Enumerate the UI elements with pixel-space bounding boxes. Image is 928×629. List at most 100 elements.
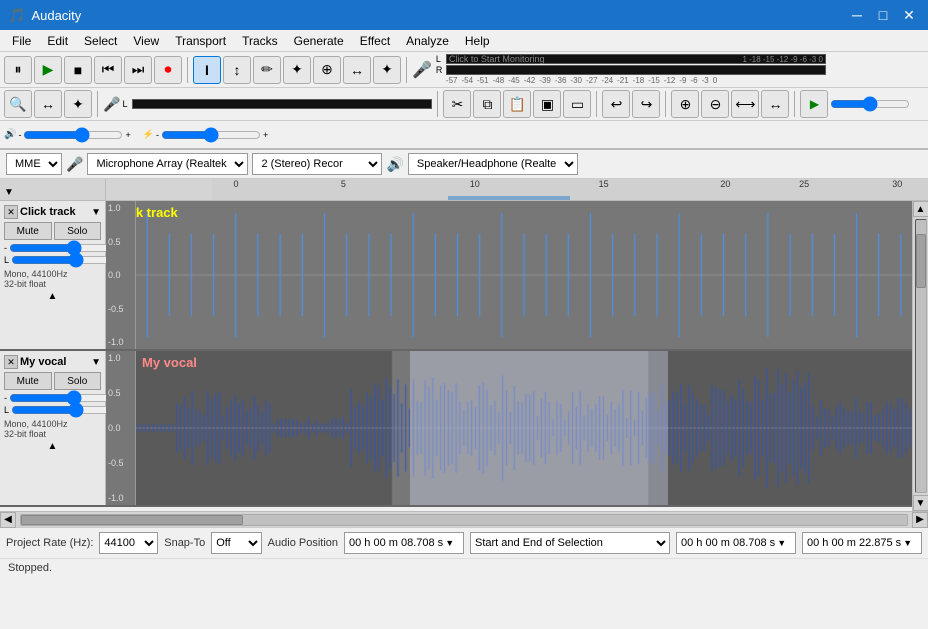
vu-playback-bar — [446, 65, 826, 75]
minimize-button[interactable]: ─ — [846, 4, 868, 26]
silence-button[interactable]: ▭ — [563, 90, 591, 118]
click-track-solo[interactable]: Solo — [54, 222, 102, 240]
menu-view[interactable]: View — [125, 32, 167, 50]
click-track-mute[interactable]: Mute — [4, 222, 52, 240]
horizontal-scrollbar: ◀ ▶ — [0, 511, 928, 527]
close-button[interactable]: ✕ — [898, 4, 920, 26]
zoom-out-tool[interactable]: ↔ — [343, 56, 371, 84]
zoom-in-button[interactable]: ⊕ — [671, 90, 699, 118]
cut-button[interactable]: ✂ — [443, 90, 471, 118]
menu-tracks[interactable]: Tracks — [234, 32, 286, 50]
timeline-scale: 0 5 10 15 20 25 30 — [212, 179, 928, 200]
input-device-select[interactable]: Microphone Array (Realtek — [87, 153, 248, 175]
selection-end-value: 00 h 00 m 22.875 s — [807, 537, 901, 549]
vscroll-down[interactable]: ▼ — [913, 495, 928, 511]
ruler-30: 30 — [892, 179, 902, 189]
zoom-in-tool[interactable]: ⊕ — [313, 56, 341, 84]
vocal-track-mute[interactable]: Mute — [4, 372, 52, 390]
envelope-tool[interactable]: ↕ — [223, 56, 251, 84]
ruler-0: 0 — [233, 179, 238, 189]
track-list: ✕ Click track ▼ Mute Solo - + L R — [0, 201, 912, 511]
ruler-20: 20 — [720, 179, 730, 189]
undo-button[interactable]: ↩ — [602, 90, 630, 118]
pencil-tool[interactable]: ✏ — [253, 56, 281, 84]
vocal-track-collapse[interactable]: ▲ — [4, 441, 101, 452]
menu-file[interactable]: File — [4, 32, 39, 50]
vocal-y-n05: -0.5 — [108, 458, 133, 468]
y-label-n05: -0.5 — [108, 304, 133, 314]
menu-help[interactable]: Help — [457, 32, 498, 50]
vscroll-thumb[interactable] — [916, 234, 926, 288]
click-track-name: Click track — [20, 206, 89, 218]
vocal-track-solo[interactable]: Solo — [54, 372, 102, 390]
zoom-sel-button[interactable]: ↔ — [761, 90, 789, 118]
zoom-sel-fit[interactable]: ✦ — [64, 90, 92, 118]
vu-row-l: L Click to Start Monitoring 1 -18 -15 -1… — [436, 54, 826, 64]
snap-to-select[interactable]: Off — [211, 532, 261, 554]
audio-position-display: 00 h 00 m 08.708 s ▼ — [344, 532, 464, 554]
volume-slider[interactable] — [23, 130, 123, 140]
menu-edit[interactable]: Edit — [39, 32, 76, 50]
click-track-collapse[interactable]: ▲ — [4, 291, 101, 302]
copy-button[interactable]: ⧉ — [473, 90, 501, 118]
hscroll-thumb[interactable] — [21, 515, 243, 525]
click-track-pan-row: L R — [4, 255, 101, 265]
record-button[interactable]: ⏺ — [154, 56, 182, 84]
click-track-dropdown[interactable]: ▼ — [91, 207, 101, 218]
channels-select[interactable]: 2 (Stereo) Recor — [252, 153, 382, 175]
menu-analyze[interactable]: Analyze — [398, 32, 457, 50]
click-track-close[interactable]: ✕ — [4, 205, 18, 219]
timeline-spacer: ▼ — [0, 179, 106, 200]
paste-button[interactable]: 📋 — [503, 90, 531, 118]
output-device-select[interactable]: Speaker/Headphone (Realte — [408, 153, 578, 175]
vocal-track-close[interactable]: ✕ — [4, 355, 18, 369]
toolbar-row-2: 🔍 ↔ ✦ 🎤 L ✂ ⧉ 📋 ▣ ▭ ↩ ↪ ⊕ ⊖ ⟷ ↔ ▶ — [0, 88, 928, 121]
zoom-fit-button[interactable]: ⟷ — [731, 90, 759, 118]
vu-db-right: 1 -18 -15 -12 -9 -6 -3 0 — [742, 55, 822, 64]
zoom-out-button[interactable]: ⊖ — [701, 90, 729, 118]
multi-tool[interactable]: ✦ — [373, 56, 401, 84]
skip-end-button[interactable]: ⏭ — [124, 56, 152, 84]
zoom-left-right[interactable]: ↔ — [34, 90, 62, 118]
sep3 — [97, 91, 98, 117]
vu-meters: L Click to Start Monitoring 1 -18 -15 -1… — [436, 54, 826, 85]
selection-tool[interactable]: I — [193, 56, 221, 84]
speed-slider[interactable] — [830, 99, 910, 109]
sel-end-arrow: ▼ — [903, 538, 912, 548]
hscroll-left[interactable]: ◀ — [0, 512, 16, 528]
playback-speed-slider[interactable] — [161, 130, 261, 140]
hscroll-right[interactable]: ▶ — [912, 512, 928, 528]
vu-record-bar[interactable]: Click to Start Monitoring 1 -18 -15 -12 … — [446, 54, 826, 64]
vocal-vol-minus: - — [4, 393, 7, 403]
y-label-00: 0.0 — [108, 270, 133, 280]
vol-max: + — [125, 130, 130, 140]
pan-l: L — [4, 255, 9, 265]
vu-db-labels: -57-54-51-48-45-42-39-36-30-27-24-21-18-… — [446, 76, 826, 85]
zoom-select-tool[interactable]: ✦ — [283, 56, 311, 84]
menu-transport[interactable]: Transport — [167, 32, 234, 50]
menu-select[interactable]: Select — [76, 32, 125, 50]
pause-button[interactable]: ⏸ — [4, 56, 32, 84]
play-green-button[interactable]: ▶ — [800, 90, 828, 118]
trim-button[interactable]: ▣ — [533, 90, 561, 118]
play-button[interactable]: ▶ — [34, 56, 62, 84]
maximize-button[interactable]: □ — [872, 4, 894, 26]
host-select[interactable]: MME — [6, 153, 62, 175]
sep5 — [596, 91, 597, 117]
input-icon: 🎤 — [66, 156, 83, 173]
vscroll-up[interactable]: ▲ — [913, 201, 928, 217]
skip-start-button[interactable]: ⏮ — [94, 56, 122, 84]
selection-format-select[interactable]: Start and End of Selection — [470, 532, 670, 554]
vu-start-monitoring: Click to Start Monitoring — [449, 54, 545, 64]
vocal-track-dropdown[interactable]: ▼ — [91, 357, 101, 368]
click-track-controls: ✕ Click track ▼ Mute Solo - + L R — [0, 201, 106, 349]
hscroll-track — [20, 514, 908, 526]
menu-generate[interactable]: Generate — [286, 32, 352, 50]
project-rate-select[interactable]: 44100 — [99, 532, 158, 554]
menu-effect[interactable]: Effect — [352, 32, 398, 50]
stop-button[interactable]: ■ — [64, 56, 92, 84]
vocal-y-05: 0.5 — [108, 388, 133, 398]
zoom-sel-in[interactable]: 🔍 — [4, 90, 32, 118]
vocal-track-controls: ✕ My vocal ▼ Mute Solo - + L R — [0, 351, 106, 505]
redo-button[interactable]: ↪ — [632, 90, 660, 118]
